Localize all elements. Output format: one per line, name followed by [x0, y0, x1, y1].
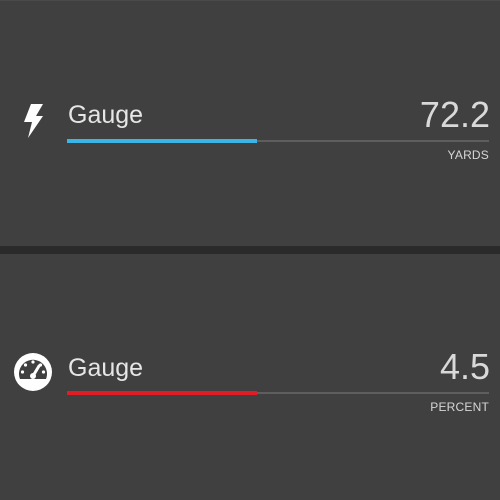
- gauge-progress-track: [67, 139, 489, 143]
- gauge-progress-track: [67, 391, 489, 395]
- gauge-label: Gauge: [68, 101, 144, 129]
- gauge-unit: PERCENT: [430, 400, 489, 414]
- gauge-progress-fill: [67, 391, 257, 395]
- speedometer-icon: [13, 352, 53, 392]
- gauge-progress-fill: [67, 139, 257, 143]
- gauge-value: 4.5: [439, 346, 490, 387]
- gauge-dashboard: Gauge 72.2 YARDS Gauge 4.5 PERCENT: [0, 0, 500, 500]
- gauge-card-yards[interactable]: Gauge 72.2 YARDS: [0, 0, 500, 246]
- gauge-value: 72.2: [419, 94, 490, 135]
- gauge-label: Gauge: [68, 354, 144, 382]
- gauge-card-percent[interactable]: Gauge 4.5 PERCENT: [0, 254, 500, 500]
- lightning-bolt-icon: [13, 101, 53, 141]
- gauge-unit: YARDS: [447, 148, 489, 162]
